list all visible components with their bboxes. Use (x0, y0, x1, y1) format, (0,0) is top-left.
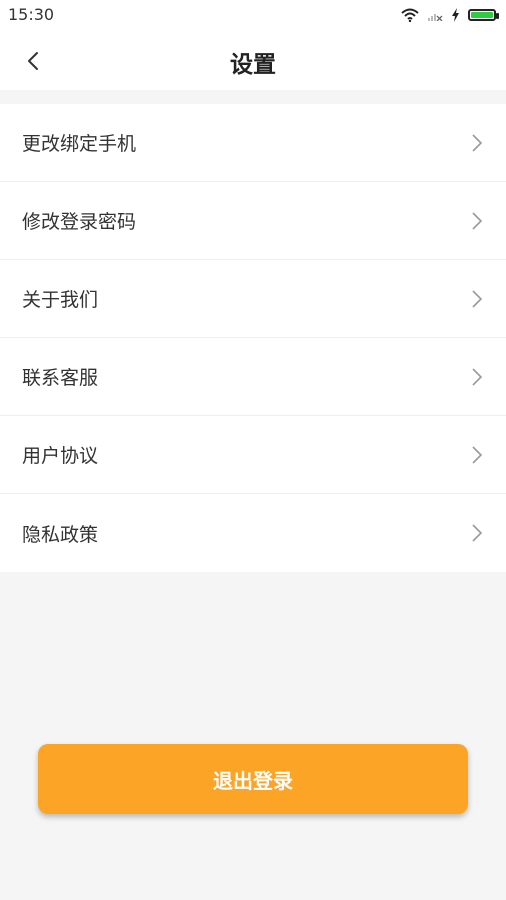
menu-item-label: 用户协议 (22, 445, 99, 467)
menu-item-label: 修改登录密码 (22, 211, 137, 233)
menu-item-label: 联系客服 (22, 367, 99, 389)
chevron-right-icon (472, 211, 483, 230)
menu-item-label: 更改绑定手机 (22, 133, 137, 155)
settings-menu: 更改绑定手机 修改登录密码 关于我们 联系客服 用户协议 隐私政策 (0, 104, 506, 572)
chevron-right-icon (472, 445, 483, 464)
menu-item-privacy-policy[interactable]: 隐私政策 (0, 494, 506, 572)
chevron-right-icon (472, 289, 483, 308)
status-time: 15:30 (8, 5, 55, 24)
menu-item-user-agreement[interactable]: 用户协议 (0, 416, 506, 494)
battery-level (471, 12, 493, 18)
charging-icon (452, 8, 459, 22)
menu-item-change-password[interactable]: 修改登录密码 (0, 182, 506, 260)
chevron-right-icon (472, 524, 483, 542)
nav-bar: 设置 (0, 30, 506, 90)
wifi-icon (401, 8, 419, 22)
signal-icon (428, 14, 443, 21)
battery-icon (468, 9, 499, 21)
page-title: 设置 (230, 52, 276, 78)
chevron-right-icon (472, 367, 483, 386)
status-bar: 15:30 (0, 0, 506, 30)
menu-item-label: 隐私政策 (22, 523, 99, 546)
chevron-right-icon (472, 133, 483, 152)
menu-item-label: 关于我们 (22, 289, 99, 311)
logout-container: 退出登录 (38, 744, 468, 814)
menu-item-contact-support[interactable]: 联系客服 (0, 338, 506, 416)
menu-item-about-us[interactable]: 关于我们 (0, 260, 506, 338)
status-icons (401, 6, 499, 24)
logout-button[interactable]: 退出登录 (38, 744, 468, 814)
menu-item-change-phone[interactable]: 更改绑定手机 (0, 104, 506, 182)
